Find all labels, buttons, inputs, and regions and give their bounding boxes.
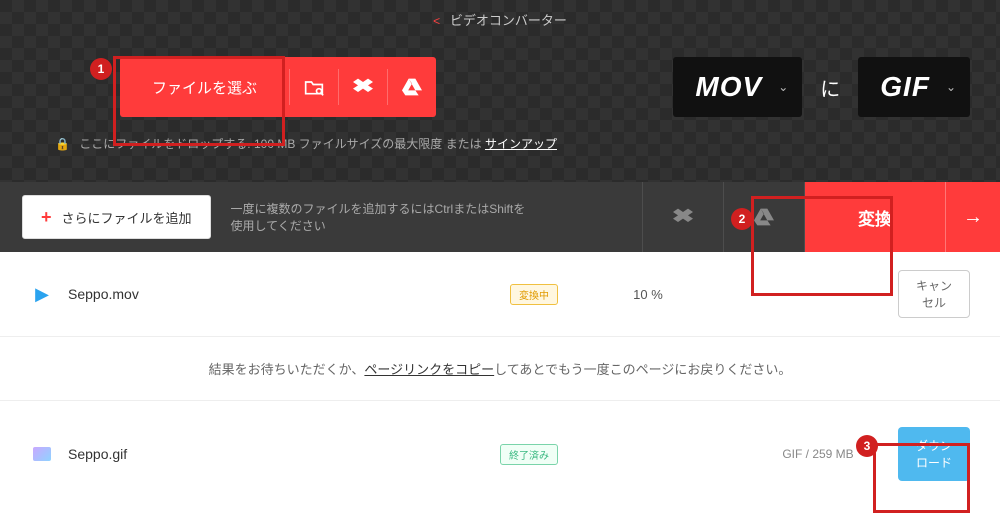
- browse-local-icon[interactable]: [290, 57, 338, 117]
- back-caret-icon[interactable]: <: [433, 14, 440, 28]
- dropbox-icon[interactable]: [339, 57, 387, 117]
- file-row-done: Seppo.gif 終了済み GIF / 259 MB ダウンロード: [0, 401, 1000, 507]
- convert-button[interactable]: 変換: [805, 182, 945, 252]
- progress-percent: 10 %: [558, 287, 738, 302]
- to-format-label: GIF: [880, 71, 930, 103]
- choose-file-button[interactable]: ファイルを選ぶ: [120, 57, 289, 117]
- waiting-suffix: してあとでもう一度このページにお戻りください。: [494, 362, 791, 377]
- title-text: ビデオコンバーター: [450, 13, 567, 28]
- from-format-select[interactable]: MOV ⌄: [673, 57, 802, 117]
- multi-file-hint: 一度に複数のファイルを追加するにはCtrlまたはShiftを使用してください: [211, 182, 551, 252]
- file-row-converting: ▶ Seppo.mov 変換中 10 % キャンセル: [0, 252, 1000, 337]
- page-title: < ビデオコンバーター: [0, 0, 1000, 39]
- download-button[interactable]: ダウンロード: [898, 427, 970, 481]
- plus-icon: +: [41, 207, 52, 228]
- play-icon[interactable]: ▶: [30, 282, 54, 306]
- waiting-prefix: 結果をお待ちいただくか、: [209, 362, 365, 377]
- file-source-group: ファイルを選ぶ: [120, 57, 436, 117]
- lock-icon: 🔒: [55, 137, 70, 151]
- status-badge-converting: 変換中: [510, 284, 558, 305]
- picker-row: ファイルを選ぶ MOV ⌄ に GIF ⌄: [0, 39, 1000, 129]
- status-badge-done: 終了済み: [500, 444, 558, 465]
- signup-link[interactable]: サインアップ: [485, 137, 557, 151]
- hero-area: < ビデオコンバーター ファイルを選ぶ MOV ⌄ に: [0, 0, 1000, 182]
- action-bar: + さらにファイルを追加 一度に複数のファイルを追加するにはCtrlまたはShi…: [0, 182, 1000, 252]
- chevron-down-icon: ⌄: [778, 80, 788, 94]
- google-drive-icon[interactable]: [388, 57, 436, 117]
- drop-hint: 🔒 ここにファイルをドロップする. 100 MB ファイルサイズの最大限度 また…: [0, 129, 1000, 152]
- to-label: に: [820, 73, 840, 102]
- add-more-files-button[interactable]: + さらにファイルを追加: [22, 195, 211, 239]
- cancel-button[interactable]: キャンセル: [898, 270, 970, 318]
- file-meta: GIF / 259 MB: [738, 447, 898, 461]
- convert-arrow-button[interactable]: →: [945, 182, 1000, 252]
- dropbox-dest-icon[interactable]: [643, 182, 723, 252]
- waiting-message: 結果をお待ちいただくか、ページリンクをコピーしてあとでもう一度このページにお戻り…: [0, 337, 1000, 401]
- drop-hint-text: ここにファイルをドロップする. 100 MB ファイルサイズの最大限度 または: [79, 137, 485, 151]
- to-format-select[interactable]: GIF ⌄: [858, 57, 970, 117]
- add-more-label: さらにファイルを追加: [62, 208, 192, 227]
- file-name: Seppo.gif: [68, 446, 500, 462]
- copy-page-link[interactable]: ページリンクをコピー: [364, 362, 494, 377]
- file-name: Seppo.mov: [68, 286, 510, 302]
- image-icon[interactable]: [30, 442, 54, 466]
- google-drive-dest-icon[interactable]: [724, 182, 804, 252]
- format-group: MOV ⌄ に GIF ⌄: [673, 57, 970, 117]
- chevron-down-icon: ⌄: [946, 80, 956, 94]
- from-format-label: MOV: [695, 71, 762, 103]
